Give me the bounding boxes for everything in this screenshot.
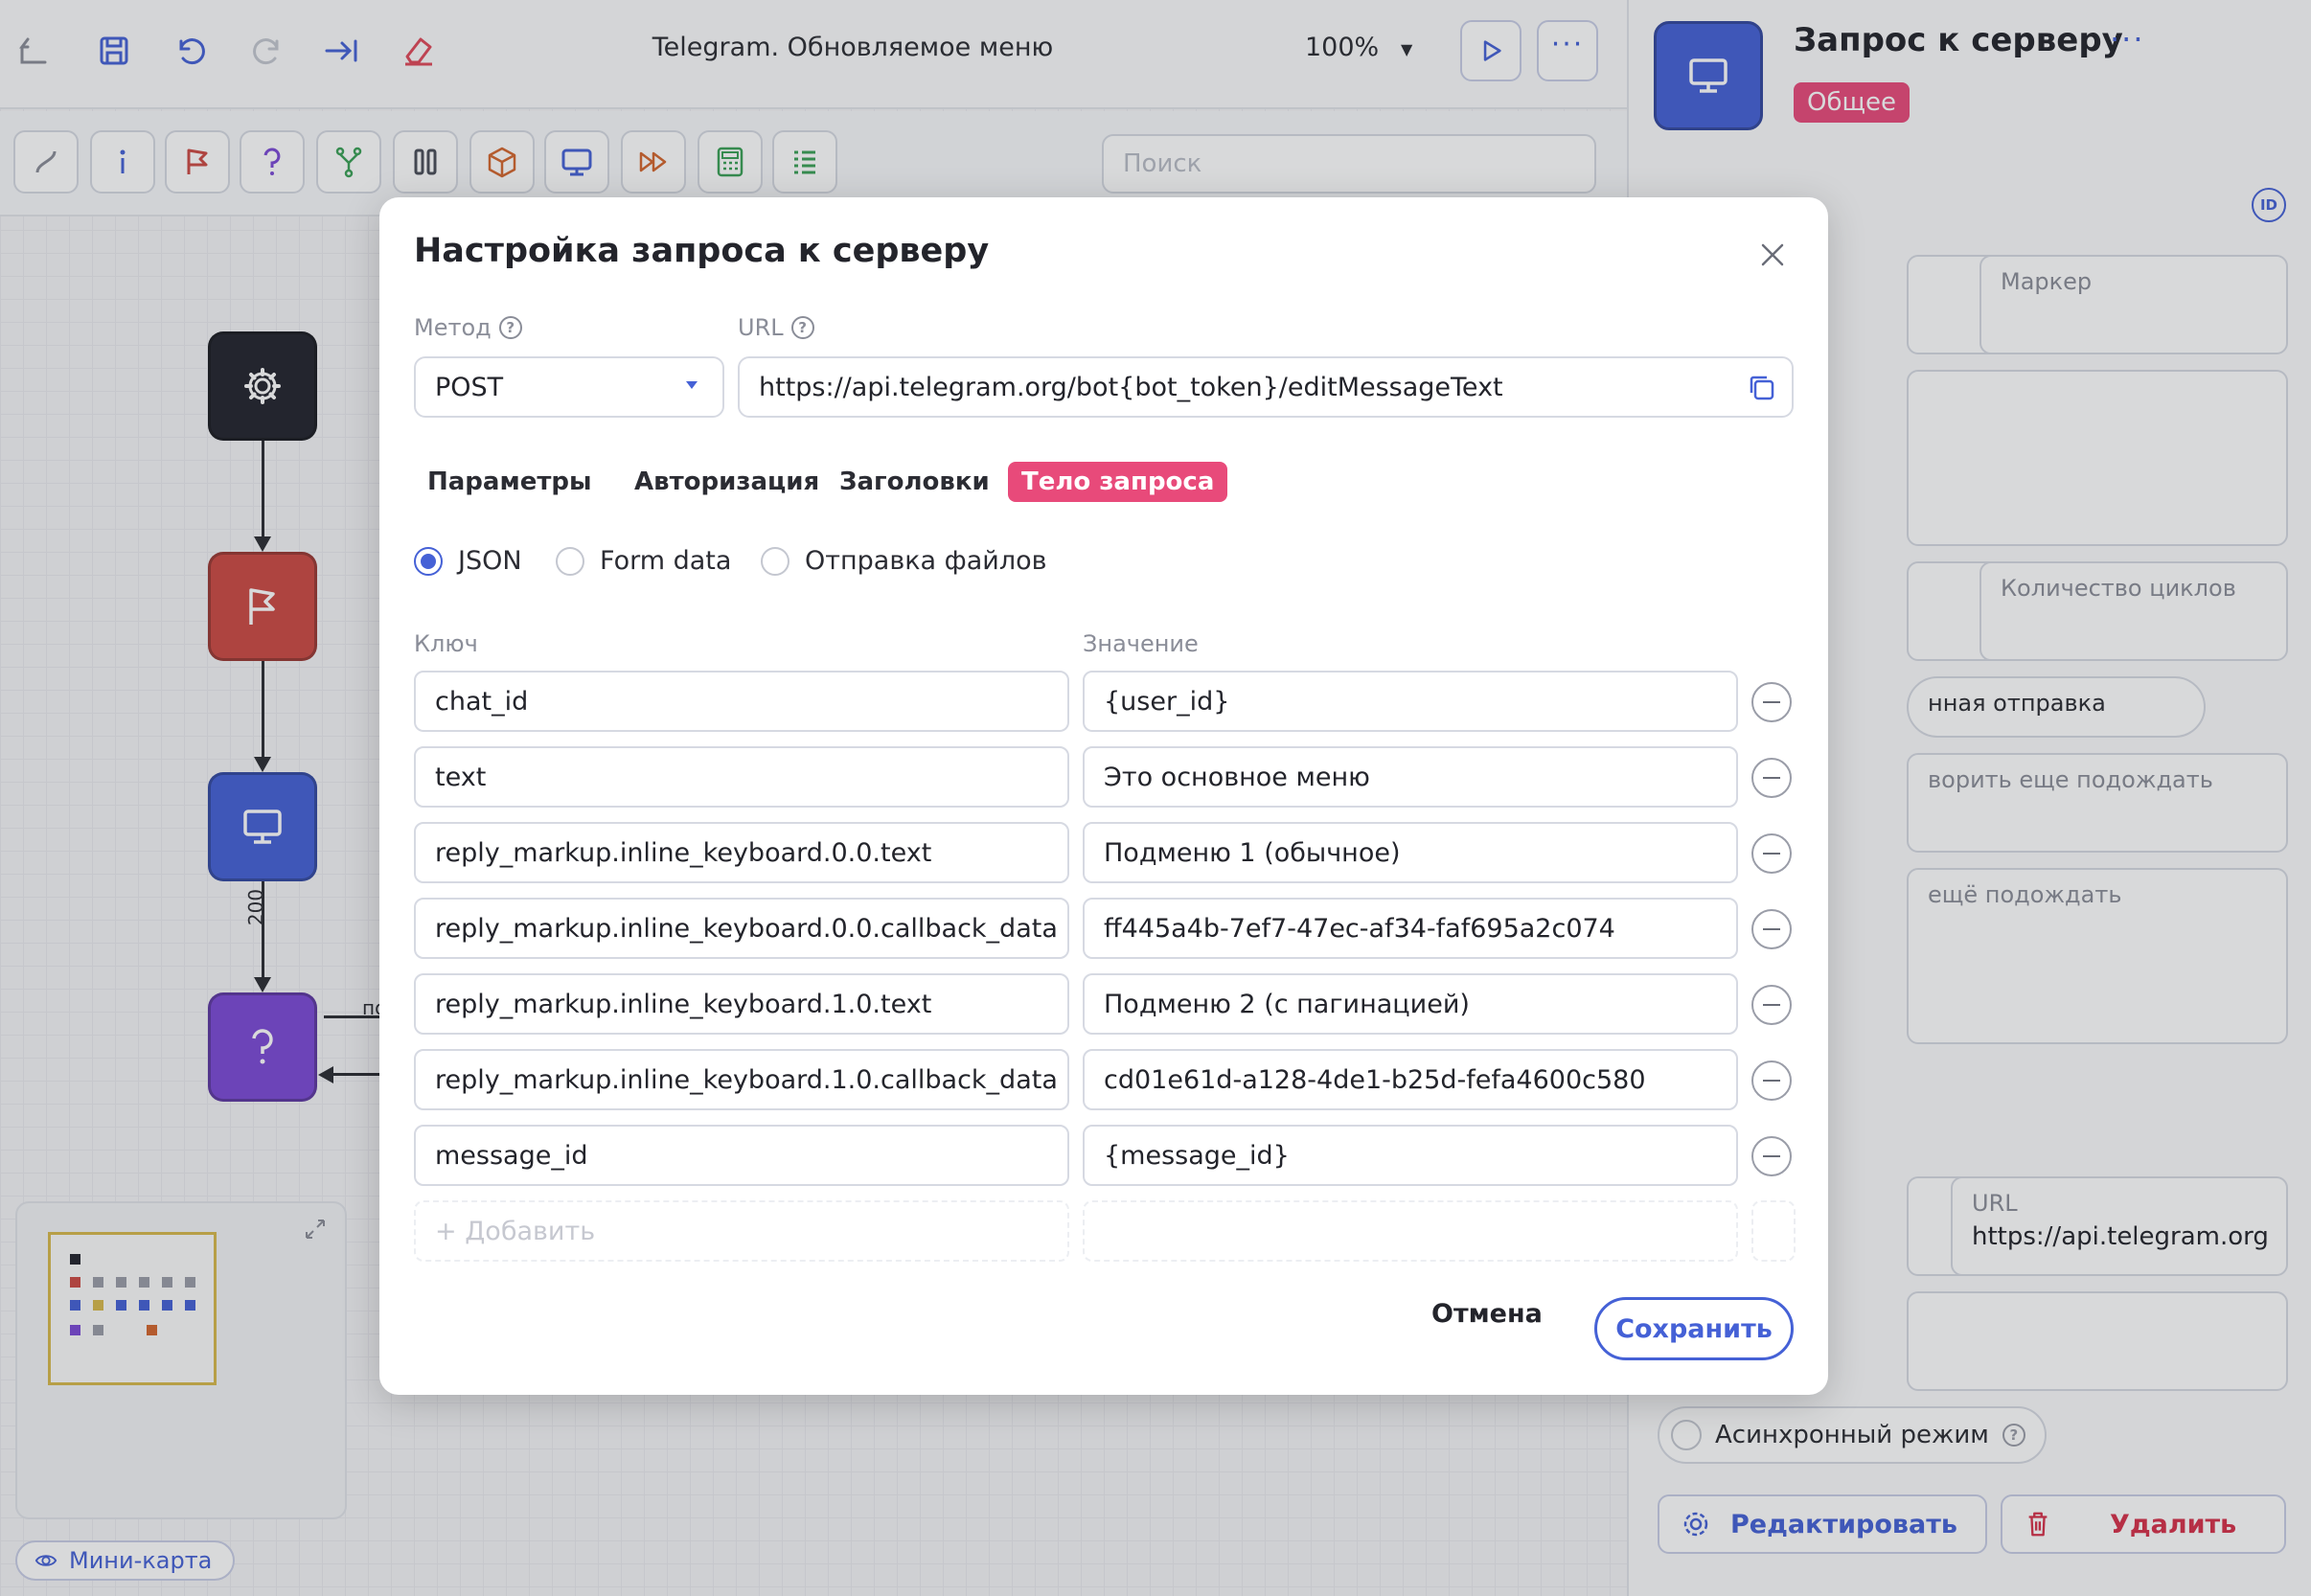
value-column-header: Значение xyxy=(1083,630,1199,657)
remove-row-icon[interactable] xyxy=(1751,1060,1792,1101)
value-input[interactable]: Это основное меню xyxy=(1083,746,1738,808)
radio-label: Отправка файлов xyxy=(805,546,1047,576)
dialog-title: Настройка запроса к серверу xyxy=(414,232,990,270)
value-input[interactable]: {message_id} xyxy=(1083,1125,1738,1186)
body-param-row: reply_markup.inline_keyboard.0.0.text По… xyxy=(414,822,1796,883)
url-label-text: URL xyxy=(738,314,784,341)
body-type-json[interactable]: JSON xyxy=(414,546,522,576)
body-type-file-upload[interactable]: Отправка файлов xyxy=(761,546,1047,576)
value-input[interactable]: cd01e61d-a128-4de1-b25d-fefa4600c580 xyxy=(1083,1049,1738,1110)
body-param-row: reply_markup.inline_keyboard.1.0.callbac… xyxy=(414,1049,1796,1110)
add-key-input[interactable]: + Добавить xyxy=(414,1200,1069,1262)
close-icon[interactable] xyxy=(1755,238,1790,272)
body-type-form-data[interactable]: Form data xyxy=(556,546,731,576)
tab-parameters[interactable]: Параметры xyxy=(414,462,606,502)
tab-authorization[interactable]: Авторизация xyxy=(621,462,833,502)
body-param-row: message_id {message_id} xyxy=(414,1125,1796,1186)
value-input[interactable]: ff445a4b-7ef7-47ec-af34-faf695a2c074 xyxy=(1083,898,1738,959)
url-input[interactable]: https://api.telegram.org/bot{bot_token}/… xyxy=(738,356,1794,418)
remove-row-icon[interactable] xyxy=(1751,985,1792,1025)
key-input[interactable]: reply_markup.inline_keyboard.0.0.callbac… xyxy=(414,898,1069,959)
help-icon[interactable]: ? xyxy=(498,316,522,339)
method-value: POST xyxy=(435,372,504,402)
remove-row-icon[interactable] xyxy=(1751,909,1792,949)
radio-unselected[interactable] xyxy=(761,546,789,576)
tab-headers[interactable]: Заголовки xyxy=(826,462,1003,502)
add-row-slot xyxy=(1751,1200,1796,1262)
server-request-dialog: Настройка запроса к серверу Метод ? URL … xyxy=(379,197,1828,1395)
key-input[interactable]: text xyxy=(414,746,1069,808)
remove-row-icon[interactable] xyxy=(1751,682,1792,722)
body-param-row: text Это основное меню xyxy=(414,746,1796,808)
key-input[interactable]: message_id xyxy=(414,1125,1069,1186)
copy-icon[interactable] xyxy=(1746,372,1778,404)
remove-row-icon[interactable] xyxy=(1751,1136,1792,1176)
cancel-button[interactable]: Отмена xyxy=(1431,1299,1543,1329)
body-param-row: chat_id {user_id} xyxy=(414,671,1796,732)
add-row: + Добавить xyxy=(414,1200,1796,1262)
method-label: Метод ? xyxy=(414,314,522,341)
key-input[interactable]: reply_markup.inline_keyboard.1.0.callbac… xyxy=(414,1049,1069,1110)
remove-row-icon[interactable] xyxy=(1751,758,1792,798)
value-input[interactable]: Подменю 2 (с пагинацией) xyxy=(1083,973,1738,1035)
value-input[interactable]: Подменю 1 (обычное) xyxy=(1083,822,1738,883)
radio-label: JSON xyxy=(458,546,522,576)
body-param-row: reply_markup.inline_keyboard.0.0.callbac… xyxy=(414,898,1796,959)
key-input[interactable]: reply_markup.inline_keyboard.1.0.text xyxy=(414,973,1069,1035)
tab-request-body[interactable]: Тело запроса xyxy=(1008,462,1228,502)
radio-label: Form data xyxy=(600,546,732,576)
url-value: https://api.telegram.org/bot{bot_token}/… xyxy=(759,372,1503,402)
radio-selected[interactable] xyxy=(414,546,443,576)
help-icon[interactable]: ? xyxy=(790,316,814,339)
value-input[interactable]: {user_id} xyxy=(1083,671,1738,732)
remove-row-icon[interactable] xyxy=(1751,833,1792,874)
key-input[interactable]: chat_id xyxy=(414,671,1069,732)
url-label: URL ? xyxy=(738,314,814,341)
key-column-header: Ключ xyxy=(414,630,478,657)
radio-unselected[interactable] xyxy=(556,546,584,576)
key-input[interactable]: reply_markup.inline_keyboard.0.0.text xyxy=(414,822,1069,883)
save-button[interactable]: Сохранить xyxy=(1594,1297,1794,1360)
add-value-input[interactable] xyxy=(1083,1200,1738,1262)
method-select[interactable]: POST xyxy=(414,356,724,418)
body-param-row: reply_markup.inline_keyboard.1.0.text По… xyxy=(414,973,1796,1035)
chevron-down-icon xyxy=(686,381,698,389)
method-label-text: Метод xyxy=(414,314,492,341)
